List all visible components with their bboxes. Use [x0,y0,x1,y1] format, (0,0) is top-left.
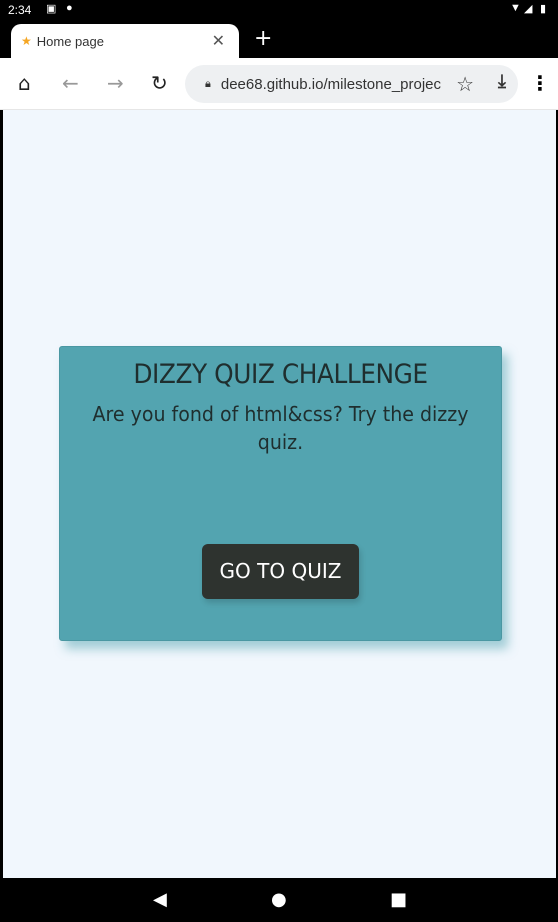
app-icon: ● [66,2,73,14]
wifi-icon: ▼ [510,2,521,14]
forward-icon[interactable]: → [107,71,124,95]
more-menu-icon[interactable]: ⋮ [530,71,550,95]
page-content: DIZZY QUIZ CHALLENGE Are you fond of htm… [3,110,556,878]
tab-home-page[interactable]: ★ Home page ✕ [11,24,239,58]
tab-strip: ★ Home page ✕ + [0,20,558,58]
lock-icon: 🔒︎ [205,77,211,90]
battery-icon: ▮ [540,3,547,15]
download-icon[interactable]: ⤓ [498,71,506,92]
signal-icon: ◢ [524,3,533,15]
browser-toolbar: ⌂ ← → ↻ 🔒︎ dee68.github.io/milestone_pro… [0,58,558,110]
notification-a-icon: ▣ [46,3,57,15]
reload-icon[interactable]: ↻ [151,71,168,95]
card-description: Are you fond of html&css? Try the dizzy … [92,402,469,454]
new-tab-icon[interactable]: + [254,26,272,51]
clock: 2:34 [8,3,32,17]
status-bar: 2:34 ▣ ● ▼ ◢ ▮ [0,0,558,20]
recents-nav-icon[interactable]: ■ [390,889,407,910]
address-bar[interactable]: 🔒︎ dee68.github.io/milestone_projec ☆ ⤓ [185,65,518,103]
back-icon[interactable]: ← [62,71,79,95]
home-nav-icon[interactable]: ● [271,889,287,910]
close-tab-icon[interactable]: ✕ [212,31,225,51]
tab-title: Home page [36,33,104,49]
quiz-card: DIZZY QUIZ CHALLENGE Are you fond of htm… [59,346,502,641]
go-to-quiz-button[interactable]: GO TO QUIZ [202,544,359,599]
home-icon[interactable]: ⌂ [18,71,31,95]
android-nav-bar: ◀ ● ■ [0,878,558,922]
url-text[interactable]: dee68.github.io/milestone_projec [221,76,441,93]
back-nav-icon[interactable]: ◀ [153,889,167,910]
star-favicon-icon: ★ [21,34,32,48]
page-title: DIZZY QUIZ CHALLENGE [133,359,428,390]
bookmark-star-icon[interactable]: ☆ [456,72,474,97]
